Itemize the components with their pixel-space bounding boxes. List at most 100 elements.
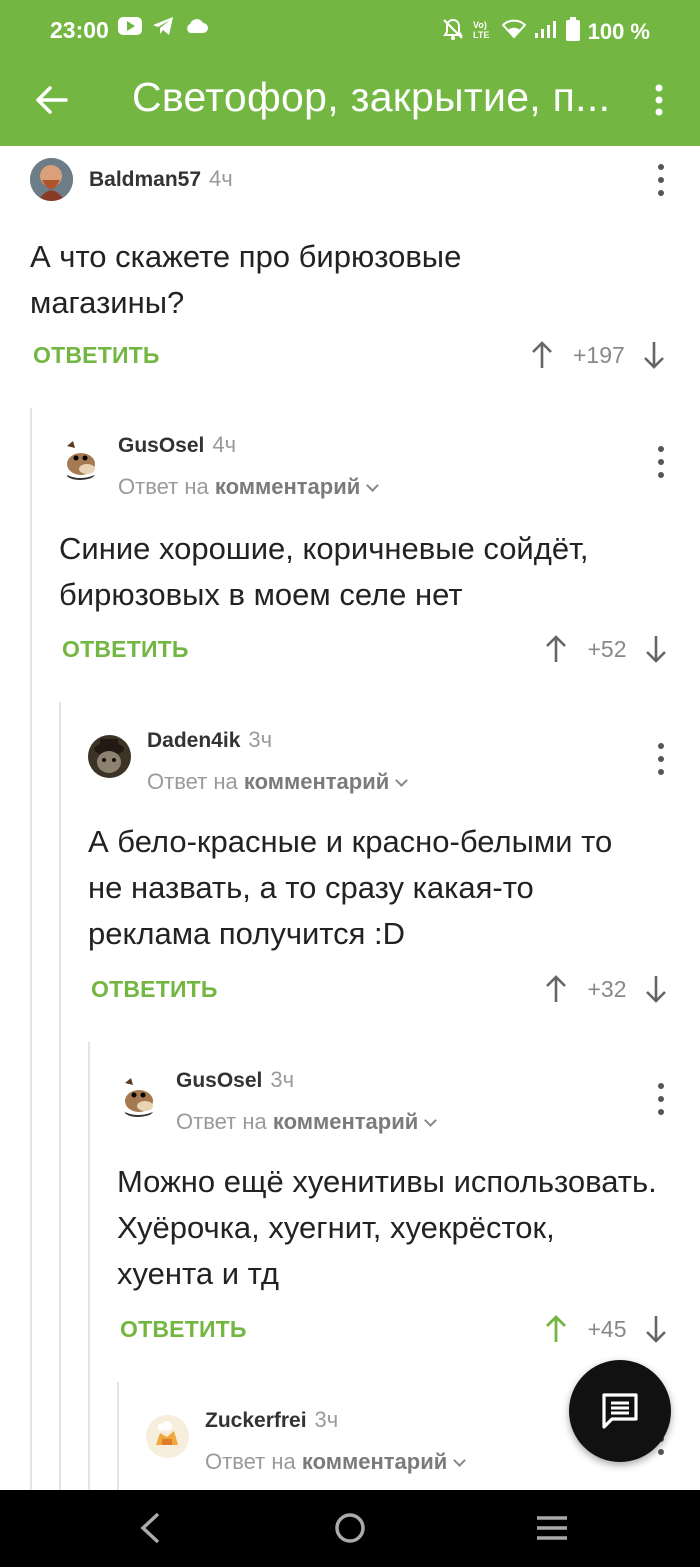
reply-to-link[interactable]: Ответ на комментарий <box>205 1449 467 1475</box>
arrow-down-icon <box>646 976 666 1003</box>
comment: Baldman57 4ч А что скажете про бирюзовые … <box>30 146 680 386</box>
comment-time: 4ч <box>212 432 237 457</box>
comment: Daden4ik 3ч Ответ на комментарий А бело-к… <box>88 711 680 1031</box>
cloud-icon <box>184 18 208 39</box>
downvote-button[interactable] <box>641 1311 671 1347</box>
arrow-down-icon <box>646 636 666 663</box>
write-comment-button[interactable] <box>569 1360 671 1462</box>
vote-controls: +52 <box>541 631 671 667</box>
telegram-icon <box>152 16 174 41</box>
reply-to-prefix: Ответ на <box>147 769 238 794</box>
status-bar: 23:00 Vo) LTE 100 % <box>0 0 700 60</box>
reply-to-target[interactable]: комментарий <box>215 474 360 499</box>
comment-menu-button[interactable] <box>651 160 671 200</box>
vote-score: +32 <box>587 975 627 1002</box>
reply-to-prefix: Ответ на <box>205 1449 296 1474</box>
comment-author[interactable]: Zuckerfrei 3ч <box>205 1407 338 1433</box>
vote-controls: +32 <box>541 971 671 1007</box>
reply-button[interactable]: ОТВЕТИТЬ <box>33 342 160 369</box>
comment-author[interactable]: Daden4ik 3ч <box>147 727 272 753</box>
vote-controls: +45 <box>541 1311 671 1347</box>
comment: GusOsel 4ч Ответ на комментарий Синие хор… <box>59 416 680 696</box>
arrow-down-icon <box>646 1316 666 1343</box>
downvote-button[interactable] <box>641 971 671 1007</box>
avatar[interactable] <box>117 1075 160 1118</box>
comment-author[interactable]: GusOsel 4ч <box>118 432 236 458</box>
comment-menu-button[interactable] <box>651 739 671 779</box>
comment-menu-button[interactable] <box>651 1079 671 1119</box>
reply-to-prefix: Ответ на <box>176 1109 267 1134</box>
thread-line <box>88 1042 90 1490</box>
signal-icon <box>534 19 558 45</box>
chevron-down-icon <box>366 479 380 492</box>
vote-controls: +197 <box>527 337 669 373</box>
arrow-left-icon <box>36 86 68 114</box>
page-title: Светофор, закрытие, п... <box>132 74 611 120</box>
comment-text: А бело-красные и красно-белыми то не наз… <box>88 824 613 951</box>
thread-line <box>117 1382 119 1490</box>
arrow-up-icon <box>532 341 552 368</box>
nav-back-button[interactable] <box>128 1508 172 1548</box>
upvote-button[interactable] <box>541 631 571 667</box>
comment-time: 3ч <box>270 1067 295 1092</box>
thread-line <box>59 702 61 1490</box>
comments-list[interactable]: Baldman57 4ч А что скажете про бирюзовые … <box>0 146 700 1490</box>
system-nav-bar <box>0 1490 700 1567</box>
battery-icon <box>565 17 580 47</box>
system-status: Vo) LTE 100 % <box>442 17 650 47</box>
comment-icon <box>602 1393 638 1429</box>
avatar[interactable] <box>59 438 102 481</box>
reply-to-link[interactable]: Ответ на комментарий <box>147 769 409 795</box>
reply-to-link[interactable]: Ответ на комментарий <box>176 1109 438 1135</box>
reply-to-target[interactable]: комментарий <box>273 1109 418 1134</box>
comment-menu-button[interactable] <box>651 442 671 482</box>
author-name[interactable]: Baldman57 <box>89 168 201 191</box>
reply-to-target[interactable]: комментарий <box>302 1449 447 1474</box>
avatar[interactable] <box>146 1415 189 1458</box>
avatar[interactable] <box>30 158 73 201</box>
arrow-up-icon <box>546 635 566 662</box>
comment-author[interactable]: GusOsel 3ч <box>176 1067 294 1093</box>
comment-text: Можно ещё хуенитивы использовать. Хуёроч… <box>117 1164 657 1291</box>
chevron-down-icon <box>395 774 409 787</box>
upvote-button[interactable] <box>527 337 557 373</box>
vote-score: +52 <box>587 635 627 662</box>
upvote-button[interactable] <box>541 971 571 1007</box>
more-options-button[interactable] <box>644 78 674 122</box>
back-button[interactable] <box>30 78 74 122</box>
author-name[interactable]: Zuckerfrei <box>205 1409 307 1432</box>
home-nav-icon <box>335 1513 365 1543</box>
notification-icons <box>118 16 208 41</box>
battery-percent: 100 % <box>587 19 650 44</box>
author-name[interactable]: GusOsel <box>176 1069 262 1092</box>
comment-author[interactable]: Baldman57 4ч <box>89 166 233 192</box>
more-vertical-icon <box>655 84 663 116</box>
nav-home-button[interactable] <box>328 1508 372 1548</box>
reply-button[interactable]: ОТВЕТИТЬ <box>120 1316 247 1343</box>
back-nav-icon <box>140 1512 160 1544</box>
thread-line <box>30 408 32 1490</box>
status-time: 23:00 <box>50 17 109 43</box>
reply-button[interactable]: ОТВЕТИТЬ <box>91 976 218 1003</box>
reply-to-link[interactable]: Ответ на комментарий <box>118 474 380 500</box>
reply-button[interactable]: ОТВЕТИТЬ <box>62 636 189 663</box>
wifi-icon <box>501 19 527 45</box>
chevron-down-icon <box>424 1114 438 1127</box>
comment-time: 3ч <box>248 727 273 752</box>
comment-text: Синие хорошие, коричневые сойдёт, бирюзо… <box>59 531 589 612</box>
nav-recents-button[interactable] <box>530 1508 574 1548</box>
author-name[interactable]: Daden4ik <box>147 729 240 752</box>
reply-to-target[interactable]: комментарий <box>244 769 389 794</box>
comment-text: А что скажете про бирюзовые магазины? <box>30 239 462 320</box>
vote-score: +45 <box>587 1315 627 1342</box>
downvote-button[interactable] <box>639 337 669 373</box>
avatar[interactable] <box>88 735 131 778</box>
top-bar: 23:00 Vo) LTE 100 % Светофор, закрытие, … <box>0 0 700 146</box>
reply-to-prefix: Ответ на <box>118 474 209 499</box>
svg-text:Vo): Vo) <box>473 20 487 30</box>
comment-time: 4ч <box>209 166 233 191</box>
app-bar: Светофор, закрытие, п... <box>0 60 700 146</box>
downvote-button[interactable] <box>641 631 671 667</box>
author-name[interactable]: GusOsel <box>118 434 204 457</box>
upvote-button[interactable] <box>541 1311 571 1347</box>
